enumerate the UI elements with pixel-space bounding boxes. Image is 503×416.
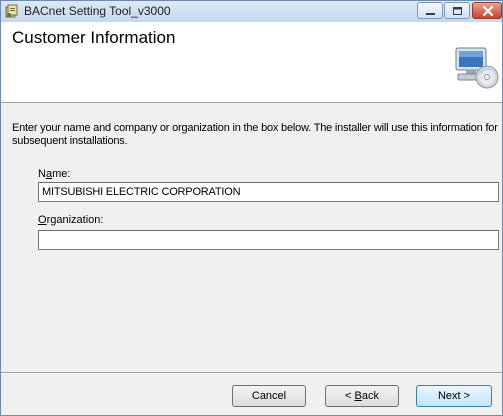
name-label: Name: <box>38 168 71 180</box>
cancel-button[interactable]: Cancel <box>232 385 306 407</box>
computer-cd-icon <box>454 44 500 90</box>
installer-app-icon <box>5 4 19 18</box>
instructions-text: Enter your name and company or organizat… <box>12 122 498 147</box>
name-field[interactable]: MITSUBISHI ELECTRIC CORPORATION <box>38 182 499 202</box>
maximize-icon <box>453 7 462 15</box>
minimize-button[interactable] <box>417 2 443 19</box>
close-icon <box>482 5 494 17</box>
next-button[interactable]: Next > <box>416 385 492 407</box>
close-button[interactable] <box>472 2 502 19</box>
organization-label: Organization: <box>38 214 104 226</box>
page-title: Customer Information <box>12 28 176 47</box>
window-title: BACnet Setting Tool_v3000 <box>24 4 171 18</box>
installer-window: BACnet Setting Tool_v3000 Customer Infor… <box>0 0 503 416</box>
maximize-button[interactable] <box>444 2 470 19</box>
minimize-icon <box>426 13 435 15</box>
organization-field[interactable] <box>38 230 499 250</box>
header-banner: Customer Information <box>1 22 502 103</box>
back-button[interactable]: < Back <box>325 385 399 407</box>
title-bar[interactable]: BACnet Setting Tool_v3000 <box>1 1 502 23</box>
footer-divider <box>1 372 502 374</box>
